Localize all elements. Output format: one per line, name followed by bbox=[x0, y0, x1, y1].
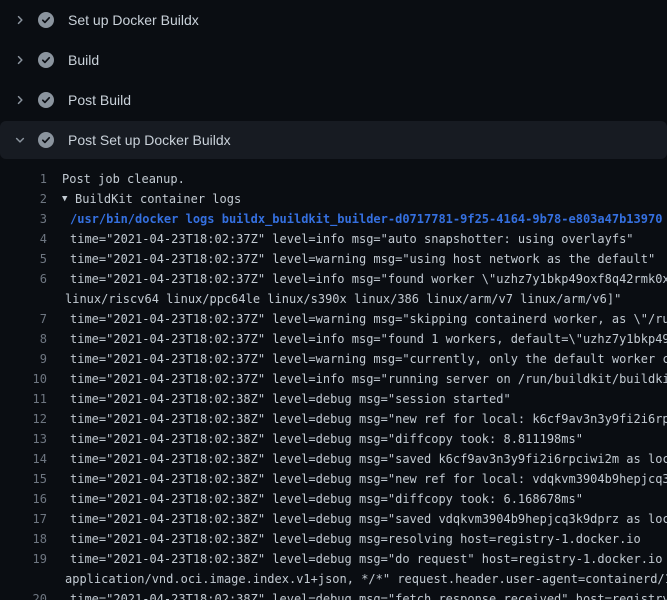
log-line-number[interactable]: 9 bbox=[0, 349, 47, 369]
log-line: 11 time="2021-04-23T18:02:38Z" level=deb… bbox=[0, 389, 667, 409]
step-label: Post Set up Docker Buildx bbox=[68, 132, 231, 148]
log-line: 10 time="2021-04-23T18:02:37Z" level=inf… bbox=[0, 369, 667, 389]
log-line: 1 Post job cleanup. bbox=[0, 169, 667, 189]
log-group-toggle-icon[interactable]: ▼ bbox=[62, 189, 75, 209]
log-line: 13 time="2021-04-23T18:02:38Z" level=deb… bbox=[0, 429, 667, 449]
log-line-number[interactable]: 15 bbox=[0, 469, 47, 489]
step-label: Set up Docker Buildx bbox=[68, 12, 199, 28]
log-line-number[interactable]: 2 bbox=[0, 189, 47, 209]
log-line-number[interactable]: 16 bbox=[0, 489, 47, 509]
log-line-text: time="2021-04-23T18:02:37Z" level=info m… bbox=[47, 329, 667, 349]
log-line-number[interactable] bbox=[0, 569, 47, 589]
log-line-number[interactable]: 20 bbox=[0, 589, 47, 600]
log-line-text: linux/riscv64 linux/ppc64le linux/s390x … bbox=[47, 289, 621, 309]
log-line: 17 time="2021-04-23T18:02:38Z" level=deb… bbox=[0, 509, 667, 529]
log-line-text: /usr/bin/docker logs buildx_buildkit_bui… bbox=[47, 209, 662, 229]
log-line-number[interactable]: 17 bbox=[0, 509, 47, 529]
log-line-number[interactable]: 19 bbox=[0, 549, 47, 569]
log-line-text: time="2021-04-23T18:02:38Z" level=debug … bbox=[47, 409, 667, 429]
chevron-right-icon[interactable] bbox=[14, 94, 26, 106]
log-line-text: time="2021-04-23T18:02:38Z" level=debug … bbox=[47, 449, 667, 469]
success-check-icon bbox=[38, 92, 54, 108]
step-row-post-set-up-docker-buildx[interactable]: Post Set up Docker Buildx bbox=[0, 121, 667, 159]
log-line: 5 time="2021-04-23T18:02:37Z" level=warn… bbox=[0, 249, 667, 269]
log-line-text: application/vnd.oci.image.index.v1+json,… bbox=[47, 569, 667, 589]
step-row-post-build[interactable]: Post Build bbox=[0, 80, 667, 120]
chevron-right-icon[interactable] bbox=[14, 54, 26, 66]
log-line-text: time="2021-04-23T18:02:38Z" level=debug … bbox=[47, 589, 667, 600]
log-line: 18 time="2021-04-23T18:02:38Z" level=deb… bbox=[0, 529, 667, 549]
step-row-set-up-docker-buildx[interactable]: Set up Docker Buildx bbox=[0, 0, 667, 40]
log-line-continuation: application/vnd.oci.image.index.v1+json,… bbox=[0, 569, 667, 589]
log-line-text: time="2021-04-23T18:02:37Z" level=warnin… bbox=[47, 349, 667, 369]
log-line-text: time="2021-04-23T18:02:38Z" level=debug … bbox=[47, 469, 667, 489]
log-line-number[interactable]: 14 bbox=[0, 449, 47, 469]
log-line-number[interactable]: 10 bbox=[0, 369, 47, 389]
log-line-text: time="2021-04-23T18:02:37Z" level=info m… bbox=[47, 229, 634, 249]
chevron-down-icon[interactable] bbox=[14, 134, 26, 146]
log-line-number[interactable]: 8 bbox=[0, 329, 47, 349]
log-line-text: time="2021-04-23T18:02:37Z" level=info m… bbox=[47, 269, 667, 289]
log-line: 12 time="2021-04-23T18:02:38Z" level=deb… bbox=[0, 409, 667, 429]
log-line-text: Post job cleanup. bbox=[47, 169, 185, 189]
log-line: 6 time="2021-04-23T18:02:37Z" level=info… bbox=[0, 269, 667, 289]
log-line: 16 time="2021-04-23T18:02:38Z" level=deb… bbox=[0, 489, 667, 509]
log-line-number[interactable]: 18 bbox=[0, 529, 47, 549]
actions-log-viewer: Set up Docker Buildx Build Post Build bbox=[0, 0, 667, 600]
log-command-line: 3 /usr/bin/docker logs buildx_buildkit_b… bbox=[0, 209, 667, 229]
log-line: 7 time="2021-04-23T18:02:37Z" level=warn… bbox=[0, 309, 667, 329]
chevron-right-icon[interactable] bbox=[14, 14, 26, 26]
log-line-text: time="2021-04-23T18:02:37Z" level=warnin… bbox=[47, 309, 667, 329]
log-line-continuation: linux/riscv64 linux/ppc64le linux/s390x … bbox=[0, 289, 667, 309]
log-line-text: time="2021-04-23T18:02:38Z" level=debug … bbox=[47, 509, 667, 529]
log-group-header: 2 ▼BuildKit container logs bbox=[0, 189, 667, 209]
log-line-number[interactable]: 1 bbox=[0, 169, 47, 189]
log-line-number[interactable]: 11 bbox=[0, 389, 47, 409]
log-line-number[interactable]: 6 bbox=[0, 269, 47, 289]
log-line-number[interactable]: 12 bbox=[0, 409, 47, 429]
step-label: Post Build bbox=[68, 92, 131, 108]
log-line: 4 time="2021-04-23T18:02:37Z" level=info… bbox=[0, 229, 667, 249]
log-line-text: time="2021-04-23T18:02:37Z" level=warnin… bbox=[47, 249, 655, 269]
log-line-number[interactable]: 5 bbox=[0, 249, 47, 269]
log-line: 15 time="2021-04-23T18:02:38Z" level=deb… bbox=[0, 469, 667, 489]
log-line-text: time="2021-04-23T18:02:37Z" level=info m… bbox=[47, 369, 667, 389]
log-line: 8 time="2021-04-23T18:02:37Z" level=info… bbox=[0, 329, 667, 349]
success-check-icon bbox=[38, 12, 54, 28]
step-row-build[interactable]: Build bbox=[0, 40, 667, 80]
log-line-text: time="2021-04-23T18:02:38Z" level=debug … bbox=[47, 489, 583, 509]
step-label: Build bbox=[68, 52, 99, 68]
log-line-text: time="2021-04-23T18:02:38Z" level=debug … bbox=[47, 429, 583, 449]
log-line-text: BuildKit container logs bbox=[75, 189, 241, 209]
log-line-number[interactable]: 7 bbox=[0, 309, 47, 329]
success-check-icon bbox=[38, 52, 54, 68]
log-line-number[interactable]: 4 bbox=[0, 229, 47, 249]
log-line: 14 time="2021-04-23T18:02:38Z" level=deb… bbox=[0, 449, 667, 469]
log-area: 1 Post job cleanup. 2 ▼BuildKit containe… bbox=[0, 159, 667, 600]
steps-list: Set up Docker Buildx Build Post Build bbox=[0, 0, 667, 159]
log-line-number[interactable]: 3 bbox=[0, 209, 47, 229]
log-line-number[interactable]: 13 bbox=[0, 429, 47, 449]
log-line-text: time="2021-04-23T18:02:38Z" level=debug … bbox=[47, 389, 511, 409]
log-line-text: time="2021-04-23T18:02:38Z" level=debug … bbox=[47, 529, 641, 549]
log-line: 20 time="2021-04-23T18:02:38Z" level=deb… bbox=[0, 589, 667, 600]
log-line-number[interactable] bbox=[0, 289, 47, 309]
log-line-text: time="2021-04-23T18:02:38Z" level=debug … bbox=[47, 549, 667, 569]
success-check-icon bbox=[38, 132, 54, 148]
log-line: 9 time="2021-04-23T18:02:37Z" level=warn… bbox=[0, 349, 667, 369]
log-line: 19 time="2021-04-23T18:02:38Z" level=deb… bbox=[0, 549, 667, 569]
